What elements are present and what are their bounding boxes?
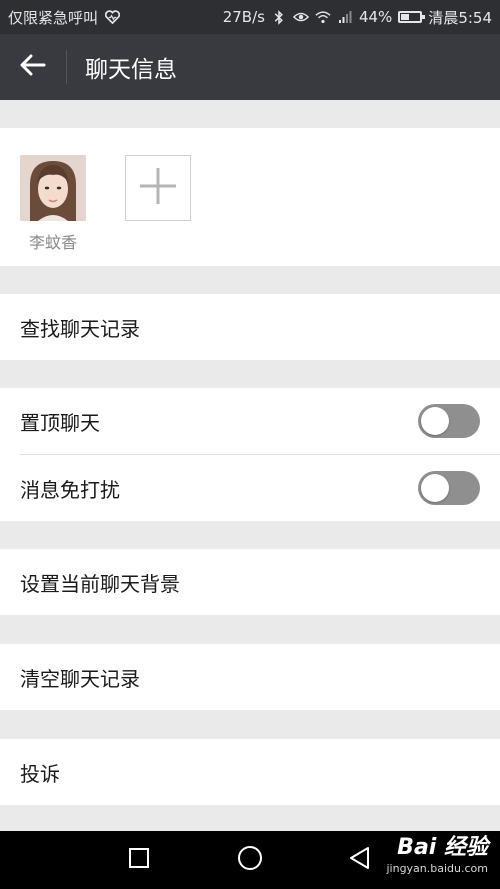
battery-icon [398,11,426,23]
back-button[interactable] [0,34,66,100]
bluetooth-icon [271,9,287,25]
battery-fill [401,14,410,20]
plus-icon [138,166,178,210]
signal-icon [337,9,353,25]
toggles-section: 置顶聊天 消息免打扰 [0,388,500,521]
clear-history-row[interactable]: 清空聊天记录 [0,644,500,710]
search-history-label: 查找聊天记录 [20,316,140,341]
status-right: 27B/s 44% 清晨5:54 [223,7,492,28]
toggle-knob [421,407,449,435]
page-title: 聊天信息 [85,57,177,83]
title-divider [66,50,67,84]
battery-percent: 44% [358,8,393,26]
member-item[interactable]: 李蚊香 [20,155,86,253]
square-icon [128,847,150,873]
set-background-row[interactable]: 设置当前聊天背景 [0,549,500,615]
carrier-text: 仅限紧急呼叫 [8,8,99,27]
heart-icon [104,9,120,25]
pin-chat-toggle[interactable] [418,404,480,438]
watermark-sub: jingyan.baidu.com [386,862,488,875]
navigation-bar: Bai 经验 jingyan.baidu.com [0,831,500,889]
eye-icon [292,9,309,25]
chat-info-screen: 仅限紧急呼叫 27B/s 44% 清晨5:54 聊天信息 李蚊香 查找聊天记录 … [0,0,500,889]
mute-label: 消息免打扰 [20,477,120,502]
watermark-main: Bai 经验 [397,835,488,860]
report-label: 投诉 [20,761,60,786]
back-arrow-icon [20,54,46,80]
baidu-watermark: Bai 经验 jingyan.baidu.com [386,835,488,875]
mute-toggle[interactable] [418,471,480,505]
toggle-knob [421,474,449,502]
home-button[interactable] [220,831,280,889]
wifi-icon [315,9,331,25]
circle-icon [237,845,263,875]
background-section: 设置当前聊天背景 [0,549,500,615]
network-speed: 27B/s [222,8,265,26]
pin-chat-row[interactable]: 置顶聊天 [0,388,500,454]
pin-chat-label: 置顶聊天 [20,410,100,435]
clear-history-label: 清空聊天记录 [20,666,140,691]
clear-section: 清空聊天记录 [0,644,500,710]
member-name: 李蚊香 [28,233,77,252]
title-bar: 聊天信息 [0,34,500,100]
avatar[interactable] [20,155,86,221]
status-bar: 仅限紧急呼叫 27B/s 44% 清晨5:54 [0,0,500,34]
clock-time: 清晨5:54 [428,8,492,27]
mute-row[interactable]: 消息免打扰 [0,455,500,521]
set-background-label: 设置当前聊天背景 [20,571,180,596]
report-row[interactable]: 投诉 [0,739,500,805]
status-left: 仅限紧急呼叫 [8,7,120,28]
system-back-button[interactable] [330,831,390,889]
report-section: 投诉 [0,739,500,805]
recent-apps-button[interactable] [109,831,169,889]
triangle-back-icon [348,846,372,874]
search-section: 查找聊天记录 [0,294,500,360]
add-member-button[interactable] [125,155,191,221]
search-history-row[interactable]: 查找聊天记录 [0,294,500,360]
members-section: 李蚊香 [0,128,500,266]
